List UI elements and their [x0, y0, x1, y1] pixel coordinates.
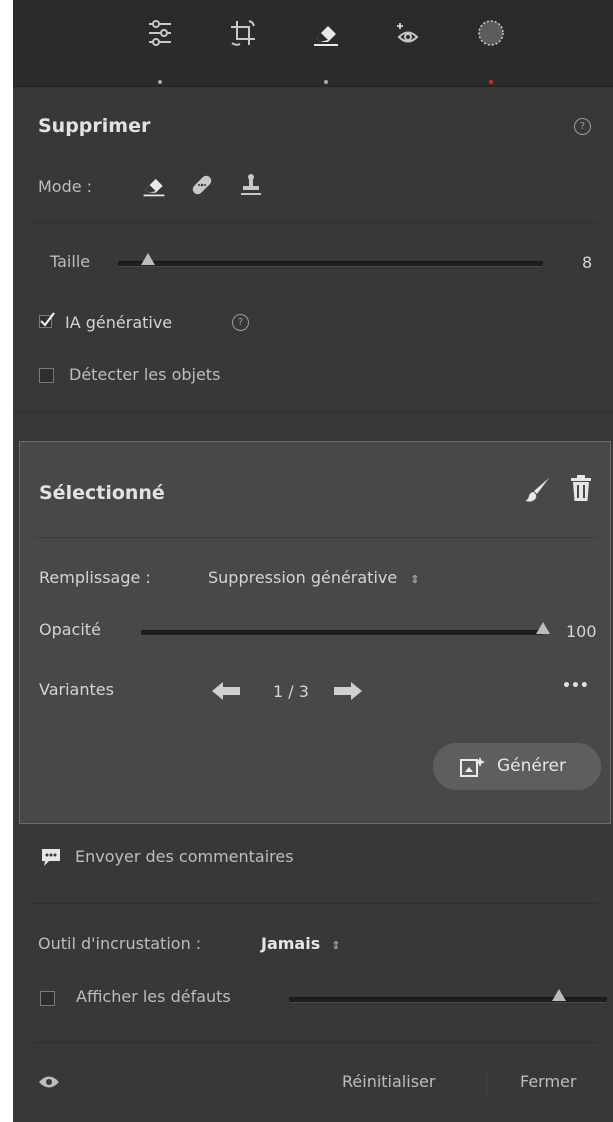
close-button[interactable]: Fermer — [520, 1072, 576, 1091]
trash-icon — [571, 475, 591, 501]
checkmark-icon — [39, 312, 55, 328]
fill-select[interactable]: Suppression générative ⇕ — [208, 568, 420, 587]
divider — [33, 1042, 598, 1043]
masking-tool-button[interactable] — [471, 18, 511, 84]
crop-rotate-icon — [231, 20, 255, 46]
eraser-icon — [314, 26, 338, 46]
mode-clone-button[interactable] — [239, 172, 263, 202]
sliders-icon — [149, 20, 171, 46]
generate-label: Générer — [497, 756, 566, 776]
overlay-tool-select[interactable]: Jamais ⇕ — [261, 934, 341, 953]
active-tool-indicator — [489, 80, 493, 84]
selected-section: Sélectionné Remplissage : Suppression gé… — [19, 441, 611, 824]
overlay-tool-value: Jamais — [261, 934, 321, 953]
eraser-icon — [143, 178, 165, 197]
mode-eraser-button[interactable] — [141, 172, 167, 202]
remove-tool-button[interactable] — [306, 18, 346, 84]
mode-heal-button[interactable] — [189, 172, 215, 202]
send-feedback-label: Envoyer des commentaires — [75, 847, 294, 866]
size-label: Taille — [50, 252, 91, 271]
updown-chevron-icon: ⇕ — [331, 939, 341, 952]
detect-objects-checkbox[interactable] — [39, 368, 54, 383]
divider — [33, 903, 598, 904]
remove-help-icon[interactable]: ? — [574, 118, 591, 135]
fill-label: Remplissage : — [39, 568, 151, 587]
generative-ai-help-icon[interactable]: ? — [232, 314, 249, 331]
show-defaults-label: Afficher les défauts — [76, 987, 231, 1006]
divider — [33, 222, 598, 223]
generate-button[interactable]: Générer — [433, 743, 601, 790]
delete-button[interactable] — [570, 474, 592, 506]
healing-bandage-icon — [192, 175, 212, 195]
remove-section-title: Supprimer — [38, 115, 151, 137]
tool-dot — [324, 80, 328, 84]
mode-label: Mode : — [38, 177, 93, 196]
comment-bubble-icon — [42, 849, 60, 866]
eye-icon — [39, 1076, 59, 1088]
crop-tool-button[interactable] — [223, 18, 263, 64]
show-defaults-checkbox[interactable] — [40, 991, 55, 1006]
opacity-label: Opacité — [39, 620, 101, 639]
previous-variant-button[interactable] — [211, 680, 241, 706]
clone-stamp-icon — [241, 174, 261, 195]
next-variant-button[interactable] — [333, 680, 363, 706]
red-eye-icon — [397, 23, 419, 43]
divider — [13, 412, 613, 413]
brush-icon — [525, 478, 549, 502]
footer-divider — [486, 1071, 487, 1095]
opacity-value: 100 — [566, 622, 597, 641]
generate-image-icon — [460, 757, 485, 777]
arrow-right-icon — [334, 682, 362, 700]
preview-toggle-button[interactable] — [38, 1074, 60, 1094]
size-slider-thumb[interactable] — [140, 253, 155, 265]
tool-dot — [158, 80, 162, 84]
arrow-left-icon — [212, 682, 240, 700]
generative-ai-label: IA générative — [65, 313, 173, 332]
edit-panel: Supprimer ? Mode : Taille 8 IA générativ… — [13, 0, 613, 1122]
overlay-slider-thumb[interactable] — [552, 989, 567, 1001]
overlay-slider[interactable] — [289, 989, 607, 1003]
more-options-button[interactable]: ••• — [562, 678, 589, 694]
size-value: 8 — [582, 253, 593, 272]
selected-section-title: Sélectionné — [39, 482, 165, 504]
size-slider[interactable] — [118, 253, 543, 267]
variant-counter: 1 / 3 — [273, 682, 309, 701]
fill-select-value: Suppression générative — [208, 568, 398, 587]
reset-button[interactable]: Réinitialiser — [342, 1072, 435, 1091]
overlay-tool-label: Outil d'incrustation : — [38, 934, 202, 953]
brush-button[interactable] — [525, 476, 551, 508]
divider — [35, 537, 597, 538]
opacity-slider[interactable] — [141, 622, 550, 636]
masking-icon — [478, 20, 504, 46]
updown-chevron-icon: ⇕ — [410, 573, 420, 586]
edit-tool-button[interactable] — [140, 18, 180, 84]
generative-ai-checkbox[interactable] — [39, 312, 55, 332]
tool-strip — [13, 0, 613, 87]
opacity-slider-thumb[interactable] — [536, 622, 550, 634]
red-eye-tool-button[interactable] — [388, 18, 428, 64]
detect-objects-label: Détecter les objets — [69, 365, 221, 384]
variants-label: Variantes — [39, 680, 114, 699]
